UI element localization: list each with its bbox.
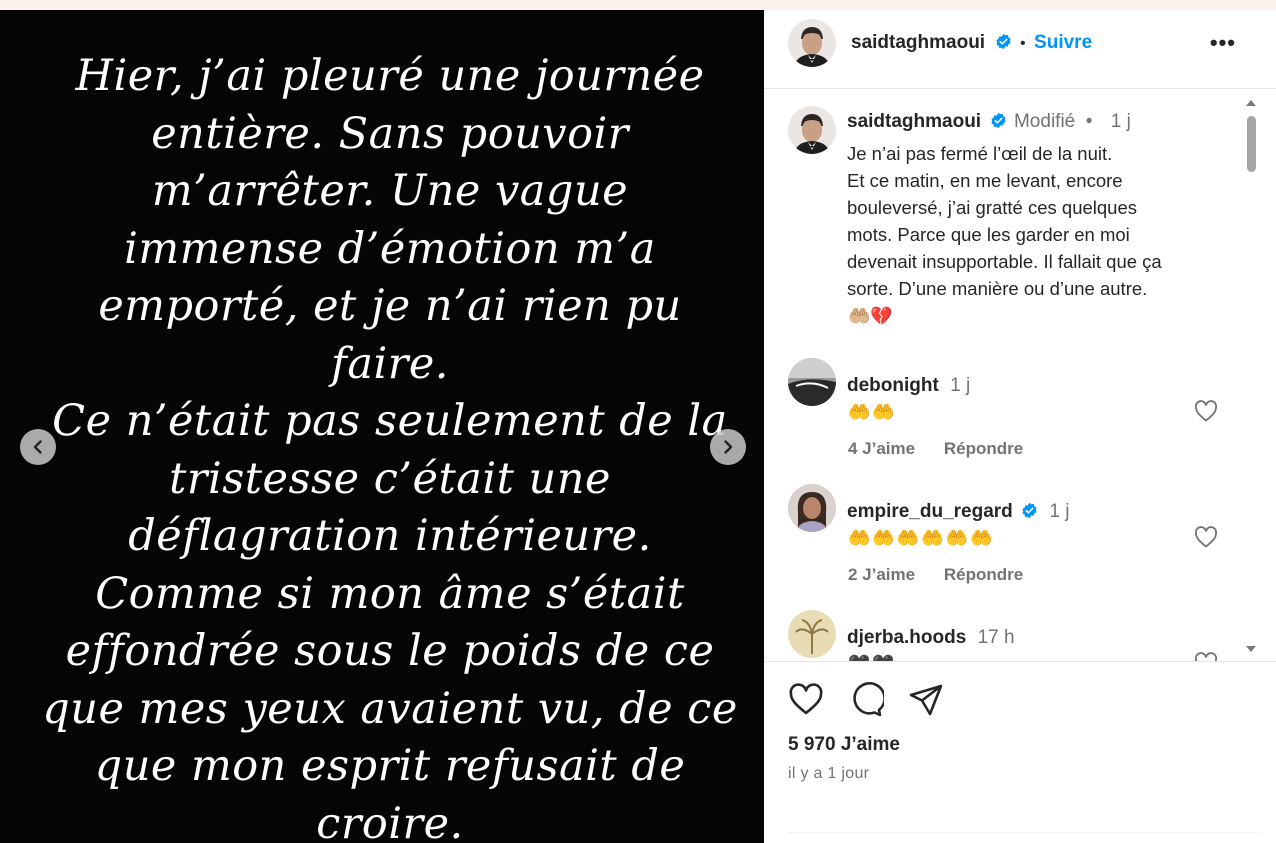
comment-like-count[interactable]: 4 J’aime — [848, 439, 915, 458]
commenter-avatar-image — [788, 358, 836, 406]
caption-author-avatar[interactable] — [788, 106, 836, 154]
post-header: saidtaghmaoui • Suivre ••• — [764, 10, 1276, 89]
follow-button[interactable]: Suivre — [1034, 32, 1092, 53]
comment-time: 1 j — [1049, 501, 1070, 522]
divider — [788, 832, 1258, 833]
previous-slide-button[interactable] — [20, 429, 56, 465]
post-side-panel: saidtaghmaoui • Suivre ••• saidtaghmaoui… — [764, 10, 1276, 843]
post-timestamp: il y a 1 jour — [788, 765, 870, 782]
reply-button[interactable]: Répondre — [944, 439, 1023, 458]
comment-text: 🤲🤲🤲🤲🤲🤲 — [848, 528, 995, 548]
scroll-down-arrow-icon[interactable] — [1244, 642, 1258, 656]
comment-heart-icon[interactable] — [1194, 652, 1218, 662]
browser-top-strip — [0, 0, 1276, 10]
comment-time: 17 h — [977, 627, 1015, 648]
scroll-up-arrow-icon[interactable] — [1244, 96, 1258, 110]
author-username[interactable]: saidtaghmaoui — [851, 32, 985, 53]
comment-icon[interactable] — [848, 682, 884, 718]
commenter-username[interactable]: djerba.hoods — [847, 627, 966, 648]
post-like-count[interactable]: 5 970 J’aime — [788, 734, 900, 756]
comment-heart-icon[interactable] — [1194, 400, 1218, 422]
commenter-avatar-image — [788, 610, 836, 658]
caption-emojis: 🤲🏼💔 — [848, 306, 893, 326]
comment-like-count[interactable]: 2 J’aime — [848, 565, 915, 584]
next-slide-button[interactable] — [710, 429, 746, 465]
comment-text: 🤲🤲 — [848, 402, 897, 422]
caption-username[interactable]: saidtaghmaoui — [847, 111, 981, 132]
more-options-button[interactable]: ••• — [1210, 30, 1236, 56]
reply-button[interactable]: Répondre — [944, 565, 1023, 584]
post-media: Hier, j’ai pleuré une journée entière. S… — [0, 10, 764, 843]
comments-scrollbar[interactable] — [1244, 96, 1258, 668]
comment-time: 1 j — [950, 375, 971, 396]
verified-badge-icon — [990, 112, 1006, 129]
caption-separator: • — [1085, 111, 1093, 132]
post-image-text: Hier, j’ai pleuré une journée entière. S… — [42, 51, 738, 843]
chevron-right-icon — [724, 440, 733, 454]
author-avatar-image — [788, 19, 836, 67]
commenter-username[interactable]: debonight — [847, 375, 939, 396]
caption-time: 1 j — [1110, 111, 1131, 132]
commenter-avatar[interactable] — [788, 484, 836, 532]
header-separator: • — [1019, 35, 1026, 52]
caption-avatar-image — [788, 106, 836, 154]
verified-badge-icon — [1022, 502, 1037, 519]
share-icon[interactable] — [908, 682, 944, 718]
commenter-avatar-image — [788, 484, 836, 532]
verified-badge-icon — [995, 33, 1011, 50]
commenter-avatar[interactable] — [788, 358, 836, 406]
edited-label: Modifié — [1013, 111, 1076, 132]
heart-icon[interactable] — [788, 682, 824, 718]
scrollbar-thumb[interactable] — [1247, 116, 1256, 172]
comment-text: 🖤🖤 — [848, 654, 897, 661]
comment-heart-icon[interactable] — [1194, 526, 1218, 548]
comments-section[interactable]: saidtaghmaoui Modifié • 1 j Je n’ai pas … — [764, 90, 1276, 662]
chevron-left-icon — [33, 440, 42, 454]
commenter-username[interactable]: empire_du_regard — [847, 501, 1013, 522]
author-avatar[interactable] — [788, 19, 836, 67]
commenter-avatar[interactable] — [788, 610, 836, 658]
caption-text: Je n’ai pas fermé l’œil de la nuit. Et c… — [847, 143, 1162, 299]
